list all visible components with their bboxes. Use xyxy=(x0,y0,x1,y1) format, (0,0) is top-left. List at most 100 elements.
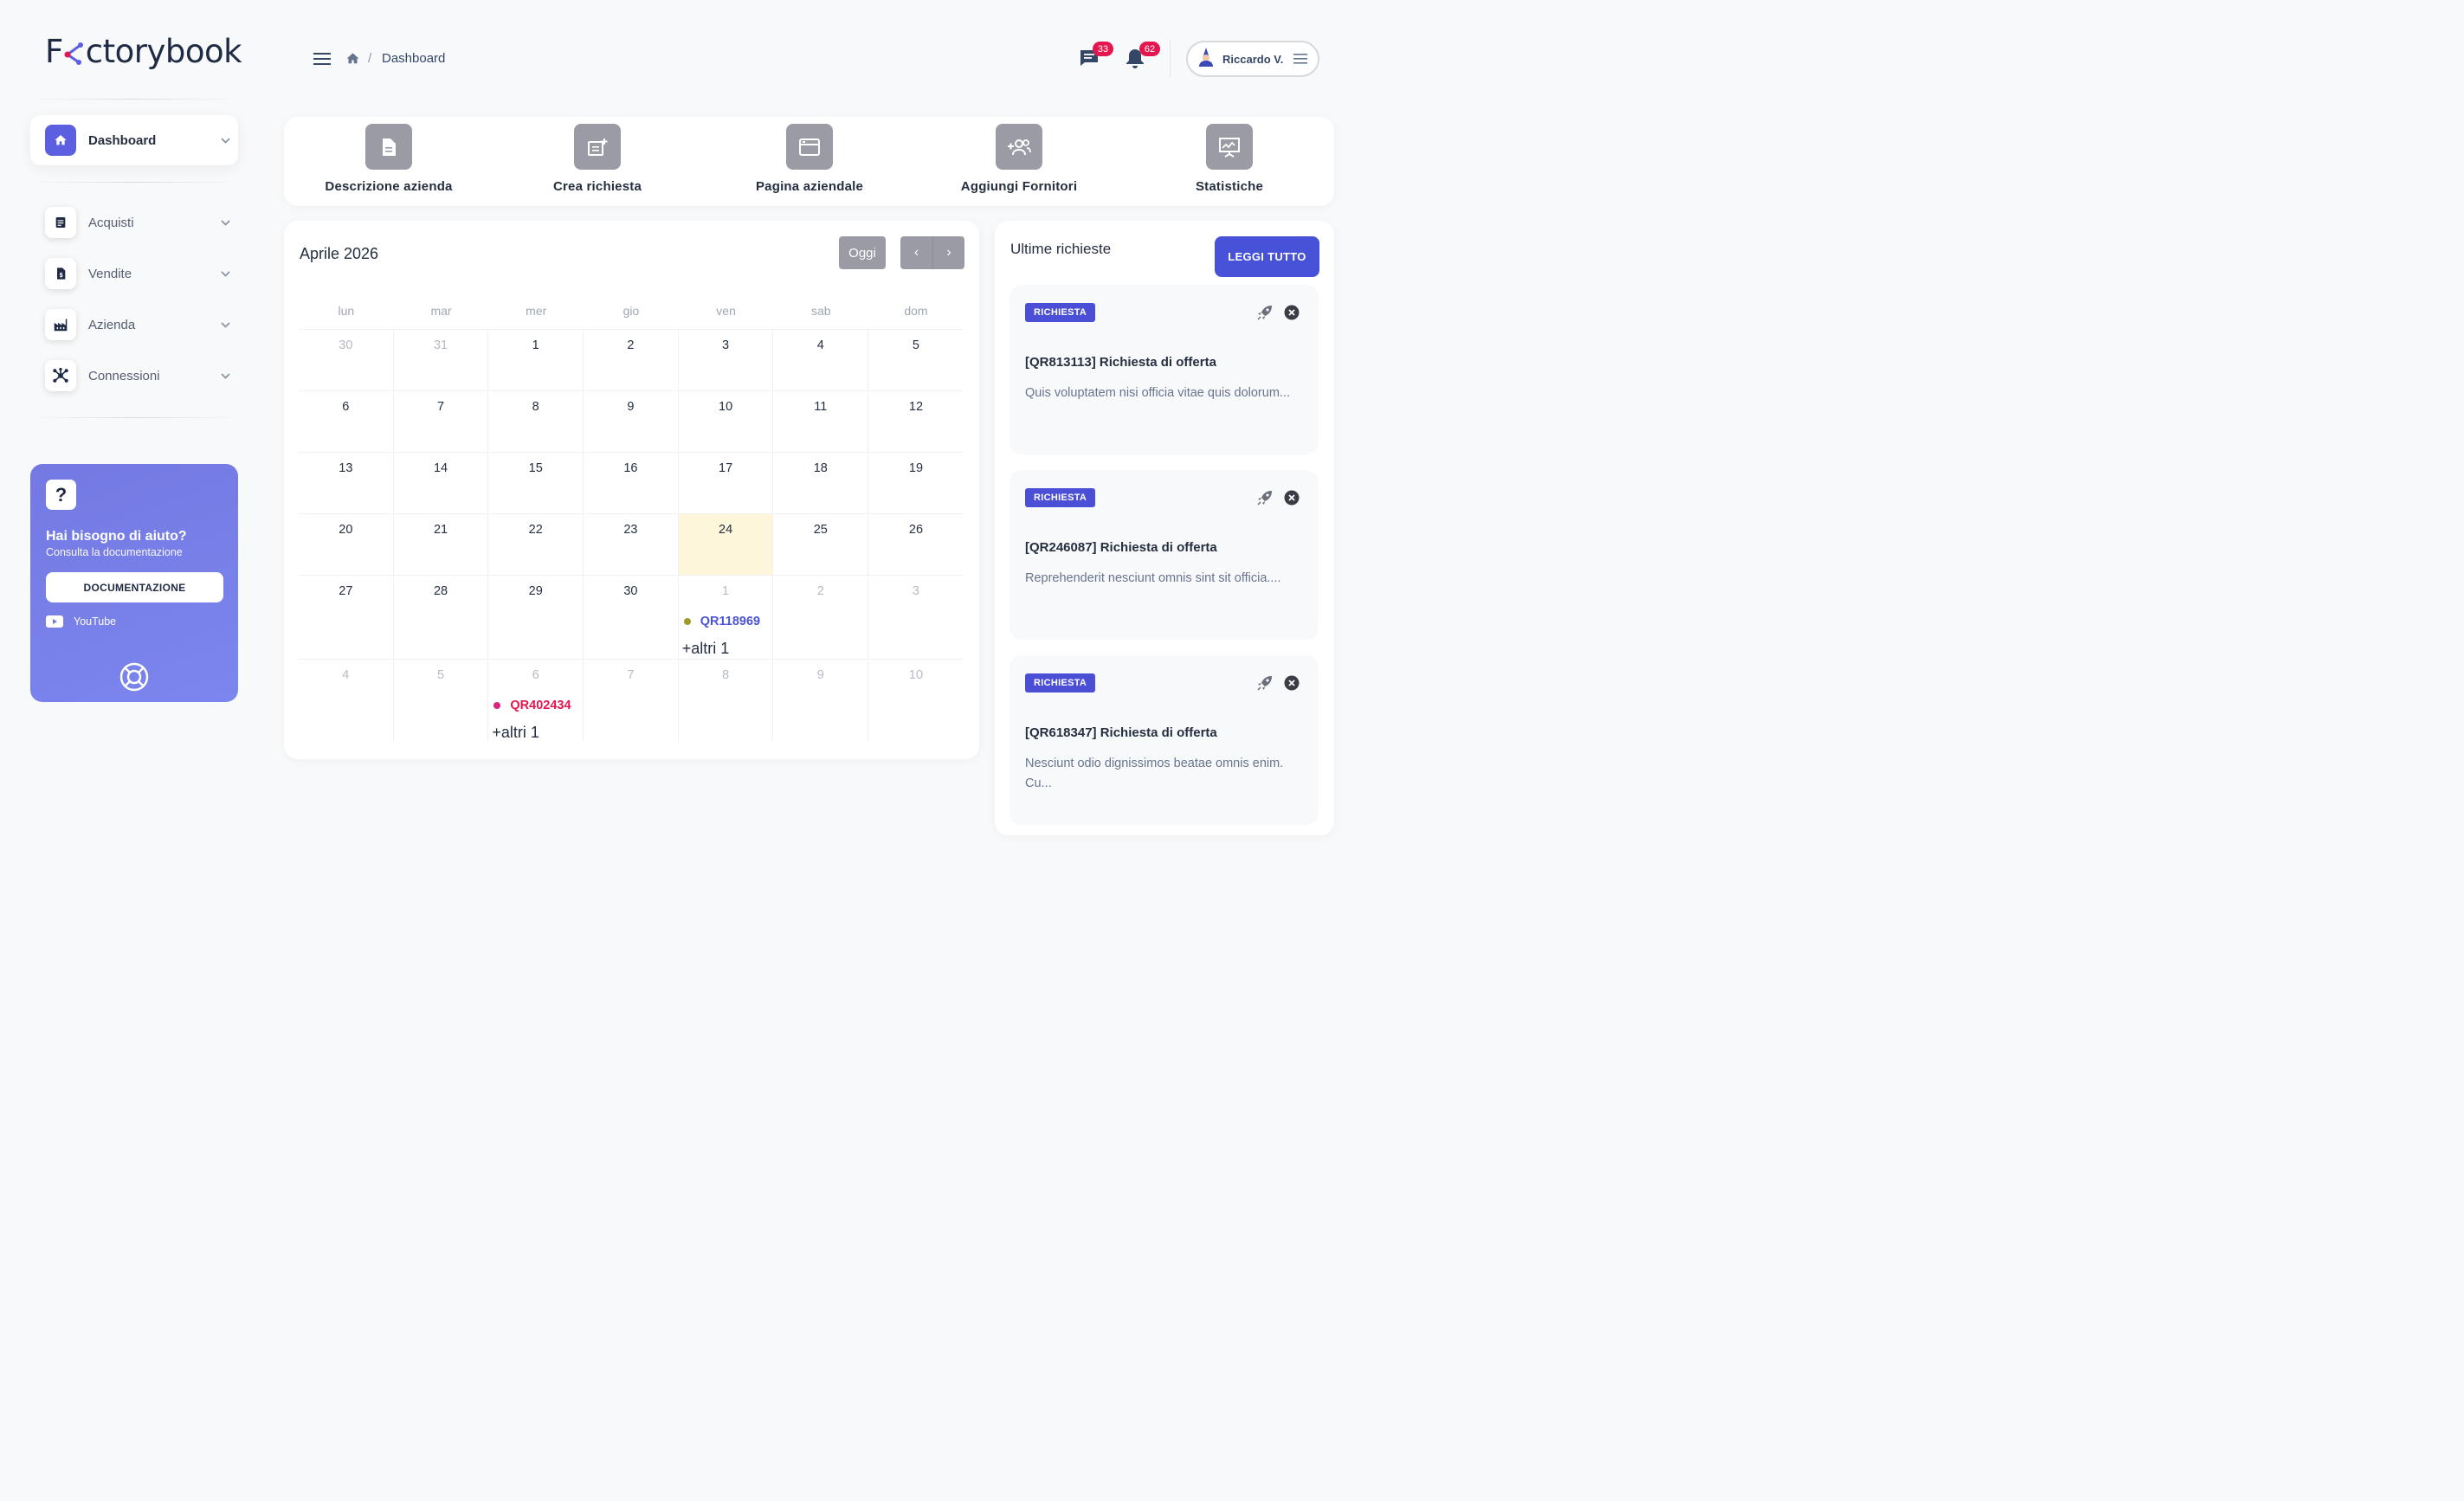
prev-month-button[interactable]: ‹ xyxy=(900,236,932,269)
action-pagina-aziendale[interactable]: Pagina aziendale xyxy=(719,124,900,194)
action-aggiungi-fornitori[interactable]: Aggiungi Fornitori xyxy=(928,124,1110,194)
chevron-down-icon[interactable] xyxy=(212,137,238,144)
day-number: 10 xyxy=(908,668,924,682)
more-events-link[interactable]: +altri 1 xyxy=(682,640,730,658)
calendar-day[interactable]: 25 xyxy=(773,514,869,575)
calendar-day[interactable]: 15 xyxy=(488,453,584,513)
calendar-day-today[interactable]: 24 xyxy=(678,514,774,575)
calendar-day[interactable]: 13 xyxy=(299,453,394,513)
menu-toggle-icon[interactable] xyxy=(313,53,331,69)
calendar-day[interactable]: 1 QR118969 +altri 1 xyxy=(679,576,774,659)
more-events-link[interactable]: +altri 1 xyxy=(492,724,539,742)
youtube-link[interactable]: YouTube xyxy=(46,615,223,628)
calendar-day[interactable]: 22 xyxy=(488,514,584,575)
calendar-day[interactable]: 7 xyxy=(394,391,489,452)
calendar-day[interactable]: 4 xyxy=(299,660,394,741)
calendar-day[interactable]: 18 xyxy=(773,453,869,513)
request-card[interactable]: RICHIESTA [QR813113] Richiesta di offert… xyxy=(1009,285,1319,454)
user-menu[interactable]: Riccardo V. xyxy=(1186,41,1319,77)
messages-button[interactable]: 33 xyxy=(1079,42,1113,73)
day-number: 10 xyxy=(719,400,733,414)
sidebar-item-vendite[interactable]: $ Vendite xyxy=(30,248,238,299)
calendar-day[interactable]: 27 xyxy=(299,576,394,659)
calendar-event[interactable]: QR402434 xyxy=(493,699,571,712)
calendar-day[interactable]: 8 xyxy=(679,660,774,741)
day-number: 1 xyxy=(722,584,730,598)
calendar-day[interactable]: 30 xyxy=(584,576,679,659)
notifications-button[interactable]: 62 xyxy=(1126,42,1160,73)
rocket-icon[interactable] xyxy=(1256,304,1274,325)
calendar-event[interactable]: QR118969 xyxy=(683,615,760,628)
action-statistiche[interactable]: Statistiche xyxy=(1138,124,1320,194)
calendar-day[interactable]: 26 xyxy=(868,514,964,575)
breadcrumb-home-icon[interactable] xyxy=(346,52,359,68)
calendar-day[interactable]: 4 xyxy=(773,330,869,390)
calendar-day[interactable]: 10 xyxy=(679,391,774,452)
chevron-down-icon[interactable] xyxy=(212,372,238,379)
chevron-down-icon[interactable] xyxy=(212,219,238,226)
calendar-day[interactable]: 10 xyxy=(868,660,964,741)
calendar-day[interactable]: 16 xyxy=(584,453,679,513)
sidebar-item-acquisti[interactable]: Acquisti xyxy=(30,197,238,248)
calendar-day[interactable]: 3 xyxy=(868,576,964,659)
close-circle-icon[interactable] xyxy=(1284,675,1300,695)
day-number: 2 xyxy=(627,338,635,352)
sidebar-item-dashboard[interactable]: Dashboard xyxy=(30,115,238,165)
calendar-day[interactable]: 9 xyxy=(584,391,679,452)
calendar-day[interactable]: 6 xyxy=(299,391,394,452)
sidebar-item-connessioni[interactable]: Connessioni xyxy=(30,351,238,401)
calendar-day[interactable]: 2 xyxy=(773,576,869,659)
calendar-day[interactable]: 21 xyxy=(394,514,489,575)
rocket-icon[interactable] xyxy=(1256,489,1274,511)
request-title: [QR618347] Richiesta di offerta xyxy=(1025,725,1217,740)
day-number: 14 xyxy=(433,461,448,475)
close-circle-icon[interactable] xyxy=(1284,305,1300,325)
calendar-day[interactable]: 20 xyxy=(299,514,394,575)
chevron-down-icon[interactable] xyxy=(212,270,238,277)
sidebar-item-azienda[interactable]: Azienda xyxy=(30,300,238,350)
calendar-day[interactable]: 2 xyxy=(584,330,679,390)
calendar-day[interactable]: 19 xyxy=(868,453,964,513)
calendar-day[interactable]: 5 xyxy=(394,660,489,741)
day-number: 15 xyxy=(528,461,543,475)
event-code: QR402434 xyxy=(510,699,571,712)
day-number: 3 xyxy=(722,338,730,352)
calendar-day[interactable]: 12 xyxy=(868,391,964,452)
calendar-day[interactable]: 8 xyxy=(488,391,584,452)
calendar-day[interactable]: 6 QR402434 +altri 1 xyxy=(488,660,584,741)
calendar-day[interactable]: 17 xyxy=(679,453,774,513)
brand-network-icon xyxy=(63,36,86,65)
action-descrizione-azienda[interactable]: Descrizione azienda xyxy=(298,124,480,194)
day-number: 23 xyxy=(623,523,638,537)
request-excerpt: Reprehenderit nesciunt omnis sint sit of… xyxy=(1025,571,1281,585)
calendar-day[interactable]: 29 xyxy=(488,576,584,659)
request-card[interactable]: RICHIESTA [QR618347] Richiesta di offert… xyxy=(1009,655,1319,825)
calendar-day[interactable]: 7 xyxy=(584,660,679,741)
calendar-day[interactable]: 3 xyxy=(679,330,774,390)
day-number: 12 xyxy=(908,400,924,414)
action-crea-richiesta[interactable]: Crea richiesta xyxy=(506,124,688,194)
request-card[interactable]: RICHIESTA [QR246087] Richiesta di offert… xyxy=(1009,470,1319,640)
calendar-week: 30 31 1 2 3 4 5 xyxy=(299,330,964,391)
calendar-day[interactable]: 23 xyxy=(584,514,679,575)
next-month-button[interactable]: › xyxy=(932,236,964,269)
request-excerpt: Nesciunt odio dignissimos beatae omnis e… xyxy=(1025,757,1284,790)
calendar-day[interactable]: 9 xyxy=(773,660,869,741)
calendar-day[interactable]: 1 xyxy=(488,330,584,390)
calendar-day[interactable]: 11 xyxy=(773,391,869,452)
today-button[interactable]: Oggi xyxy=(839,236,886,269)
day-number: 6 xyxy=(532,668,539,682)
calendar-day[interactable]: 5 xyxy=(868,330,964,390)
calendar-day[interactable]: 31 xyxy=(394,330,489,390)
chevron-down-icon[interactable] xyxy=(212,321,238,328)
close-circle-icon[interactable] xyxy=(1284,490,1300,510)
calendar-day[interactable]: 30 xyxy=(299,330,394,390)
day-number: 26 xyxy=(908,523,924,537)
documentation-button[interactable]: DOCUMENTAZIONE xyxy=(46,572,223,602)
rocket-icon[interactable] xyxy=(1256,674,1274,696)
read-all-button[interactable]: LEGGI TUTTO xyxy=(1215,236,1319,277)
brand-logo[interactable]: Fctorybook xyxy=(45,33,242,70)
day-number: 30 xyxy=(339,338,353,352)
calendar-day[interactable]: 14 xyxy=(394,453,489,513)
calendar-day[interactable]: 28 xyxy=(394,576,489,659)
